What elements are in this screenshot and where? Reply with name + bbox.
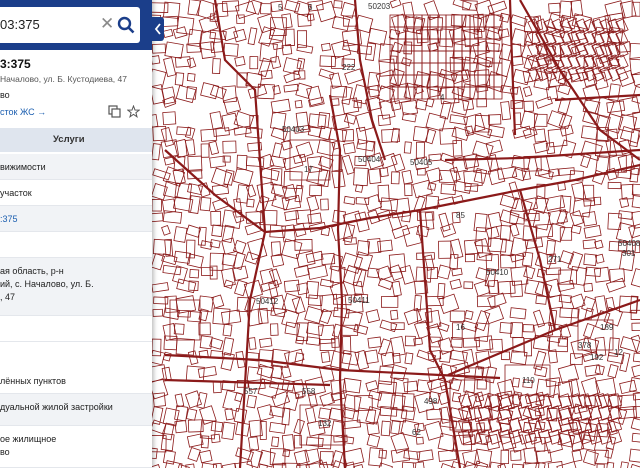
chevron-left-icon [154, 23, 161, 35]
property-row-text: лённых пунктов [0, 376, 66, 386]
parcel-label: 50404 [358, 155, 381, 164]
info-panel: 03:375 ✕ 3:375 Началово, ул. Б. Кустодие… [0, 0, 152, 468]
parcel-label: 5 [278, 3, 283, 12]
parcel-label: 50408 [618, 239, 640, 248]
parcel-label: 192 [590, 353, 604, 362]
property-row-text: ая область, р-н [0, 266, 64, 276]
property-row: ая область, р-н ий, с. Началово, ул. Б. , … [0, 258, 152, 316]
property-row [0, 232, 152, 258]
property-row-text: :375 [0, 214, 18, 224]
parcel-address: Началово, ул. Б. Кустодиева, 47 [0, 74, 127, 84]
property-row-text: участок [0, 188, 32, 198]
property-row: дуальной жилой застройки [0, 394, 152, 426]
parcel-label: 271 [548, 255, 562, 264]
tab-services[interactable]: Услуги [53, 134, 85, 145]
parcel-subtitle: во [0, 90, 10, 100]
parcel-label: 189 [600, 323, 614, 332]
parcel-label: 4 [440, 93, 445, 102]
property-row: ое жилищное во [0, 426, 152, 468]
search-box[interactable]: 03:375 ✕ [0, 7, 140, 43]
property-row: :375 [0, 206, 152, 232]
parcel-label: 301 [622, 249, 636, 258]
parcel-label: 557 [244, 387, 258, 396]
row-divider [0, 341, 152, 342]
property-row: лённых пунктов [0, 368, 152, 394]
search-icon[interactable] [117, 16, 135, 34]
parcel-link[interactable]: сток ЖС → [0, 107, 46, 117]
parcel-label: 6 [308, 3, 313, 12]
parcel-label: 558 [302, 387, 316, 396]
property-row: участок [0, 180, 152, 206]
parcel-label: 16 [456, 323, 465, 332]
parcel-label: 17 [304, 165, 313, 174]
parcel-label: 378 [578, 341, 592, 350]
parcel-label: 222 [342, 63, 356, 72]
parcel-number: 3:375 [0, 57, 31, 71]
property-row-text: , 47 [0, 292, 16, 302]
parcel-label: 62 [412, 428, 421, 437]
tab-bar: Услуги [0, 128, 152, 152]
property-row-text: дуальной жилой застройки [0, 402, 113, 412]
parcel-label: 498 [424, 397, 438, 406]
search-input[interactable]: 03:375 [0, 17, 40, 32]
property-row-text: во [0, 447, 10, 457]
parcel-label: 50412 [256, 297, 279, 306]
property-row-text: вижимости [0, 162, 46, 172]
copy-icon[interactable] [108, 105, 121, 118]
parcel-label: 50405 [410, 158, 433, 167]
parcel-label: 50411 [348, 296, 370, 305]
property-row [0, 316, 152, 342]
search-bar: 03:375 ✕ [0, 0, 152, 50]
parcel-label: 50410 [486, 268, 509, 277]
star-icon[interactable] [127, 105, 140, 118]
property-row-text: ий, с. Началово, ул. Б. [0, 279, 94, 289]
property-row: вижимости [0, 154, 152, 180]
parcel-label: 85 [456, 211, 465, 220]
collapse-panel-button[interactable] [152, 17, 164, 41]
property-row-text: ое жилищное [0, 434, 57, 444]
parcel-label: 132 [318, 419, 332, 428]
close-icon[interactable]: ✕ [100, 14, 114, 34]
parcel-label: 50403 [282, 125, 305, 134]
parcel-label: 110 [522, 376, 535, 385]
parcel-label: 12 [614, 348, 623, 357]
parcel-label: 50203 [368, 2, 391, 11]
